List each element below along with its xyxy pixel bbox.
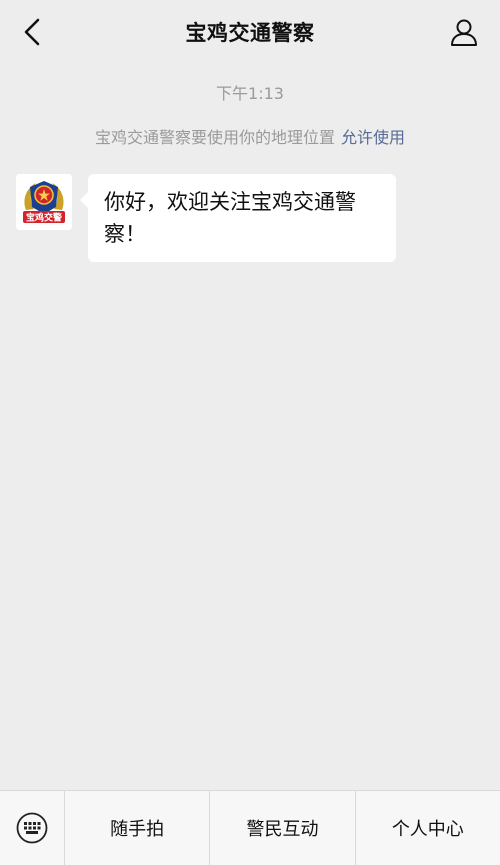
back-button[interactable] (14, 14, 50, 50)
bottom-menu: 随手拍 警民互动 个人中心 (0, 790, 500, 865)
profile-button[interactable] (446, 14, 482, 50)
message-text: 你好，欢迎关注宝鸡交通警察！ (104, 190, 356, 246)
menu-item-interaction[interactable]: 警民互动 (210, 791, 356, 865)
sender-avatar[interactable]: 宝鸡交警 (16, 174, 72, 230)
keyboard-toggle-button[interactable] (0, 791, 65, 865)
menu-item-personal-center[interactable]: 个人中心 (356, 791, 500, 865)
menu-item-snapshot[interactable]: 随手拍 (65, 791, 211, 865)
message-bubble[interactable]: 你好，欢迎关注宝鸡交通警察！ (80, 174, 396, 262)
police-badge-icon: 宝鸡交警 (16, 174, 72, 230)
person-icon (451, 19, 477, 46)
notice-text: 宝鸡交通警察要使用你的地理位置 (94, 128, 335, 147)
chevron-left-icon (24, 18, 40, 46)
nav-bar: 宝鸡交通警察 (0, 0, 500, 64)
message-timestamp: 下午1:13 (216, 84, 284, 103)
allow-location-link[interactable]: 允许使用 (341, 128, 405, 147)
svg-text:宝鸡交警: 宝鸡交警 (26, 212, 62, 224)
location-permission-notice: 宝鸡交通警察要使用你的地理位置 允许使用 (0, 124, 500, 148)
page-title: 宝鸡交通警察 (185, 21, 315, 45)
keyboard-icon (16, 812, 48, 844)
